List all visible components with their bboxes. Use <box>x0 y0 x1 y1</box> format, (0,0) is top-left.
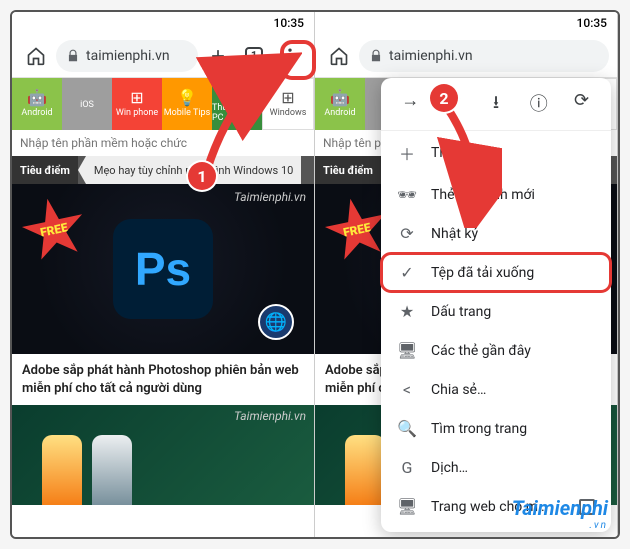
browser-toolbar: taimienphi.vn <box>315 34 617 78</box>
tab-count: 1 <box>245 47 263 65</box>
callout-1: 1 <box>188 162 216 190</box>
photoshop-logo: Ps <box>113 219 213 319</box>
info-icon[interactable]: ⓘ <box>525 90 553 120</box>
more-menu-icon[interactable] <box>274 40 306 72</box>
brand-watermark: Taimienphi.vn <box>512 496 608 531</box>
menu-item-icon: 🕶 <box>397 185 417 204</box>
nav-label: Android <box>324 108 355 118</box>
reload-icon[interactable]: ⟳ <box>568 90 596 120</box>
crumb-hot[interactable]: Tiêu điểm <box>12 156 78 184</box>
callout-2: 2 <box>430 84 458 112</box>
search-input[interactable] <box>20 136 306 150</box>
forward-icon[interactable]: → <box>396 90 424 120</box>
menu-item-label: Thẻ mới <box>431 145 482 161</box>
status-bar: 10:35 <box>315 12 617 34</box>
watermark: Taimienphi.vn <box>234 190 306 204</box>
nav-label: iOS <box>80 100 94 110</box>
menu-item-da-u-trang[interactable]: ★ Dấu trang <box>381 292 611 331</box>
menu-item-label: Chia sẻ… <box>431 382 486 398</box>
nav-icon: ⊞ <box>130 90 143 106</box>
clock: 10:35 <box>274 16 304 30</box>
player-graphic <box>345 435 385 505</box>
menu-item-icon: ⟳ <box>397 224 417 243</box>
globe-icon: 🌐 <box>258 304 294 340</box>
nav-tab-win-phone[interactable]: ⊞ Win phone <box>112 78 162 130</box>
menu-item-ti-m-trong-trang[interactable]: 🔍 Tìm trong trang <box>381 409 611 448</box>
nav-label: Win phone <box>116 108 158 118</box>
menu-item-label: Nhật ký <box>431 226 478 242</box>
clock: 10:35 <box>577 16 607 30</box>
nav-icon: ⊞ <box>281 90 294 106</box>
site-nav: 🤖 Android iOS ⊞ Win phone 💡 Mobile Tips 🖥 Thủ th… <box>12 78 314 130</box>
phone-right: 10:35 taimienphi.vn 🤖AndroidiOS⊞Win phon… <box>315 12 618 537</box>
nav-label: Android <box>21 108 52 118</box>
article2-hero[interactable]: Taimienphi.vn <box>12 405 314 505</box>
phone-left: 10:35 taimienphi.vn 1 🤖 Android iOS ⊞ Win ph… <box>12 12 315 537</box>
nav-label: Thủ thuật PC <box>212 103 262 123</box>
home-icon[interactable] <box>323 40 355 72</box>
menu-item-icon: ★ <box>397 302 417 321</box>
download-icon[interactable]: ⭳ <box>482 90 510 120</box>
menu-item-label: Các thẻ gần đây <box>431 343 531 359</box>
menu-item-the-mo-i[interactable]: ＋ Thẻ mới <box>381 131 611 175</box>
lock-icon <box>66 49 80 63</box>
home-icon[interactable] <box>20 40 52 72</box>
url-text: taimienphi.vn <box>86 48 170 64</box>
address-bar[interactable]: taimienphi.vn <box>56 40 198 72</box>
nav-icon: 🤖 <box>330 90 350 106</box>
status-bar: 10:35 <box>12 12 314 34</box>
nav-tab-ios[interactable]: iOS <box>62 78 112 130</box>
overflow-menu: → ☆ ⭳ ⓘ ⟳ ＋ Thẻ mới 🕶 Thẻ ẩn danh mới ⟳ Nhật … <box>381 78 611 532</box>
free-badge: FREE <box>16 192 92 268</box>
address-bar[interactable]: taimienphi.vn <box>359 40 609 72</box>
player-graphic <box>92 435 132 505</box>
lock-icon <box>369 49 383 63</box>
menu-item-te-p-a-ta-i-xuo-ng[interactable]: ✓ Tệp đã tải xuống <box>381 253 611 292</box>
menu-item-label: Tệp đã tải xuống <box>431 265 534 281</box>
menu-item-icon: ✓ <box>397 263 417 282</box>
tabs-icon[interactable]: 1 <box>238 40 270 72</box>
nav-icon: 💡 <box>177 90 197 106</box>
menu-item-icon: < <box>397 380 417 399</box>
player-graphic <box>42 435 82 505</box>
url-text: taimienphi.vn <box>389 48 473 64</box>
menu-item-icon: ＋ <box>397 141 417 165</box>
nav-label: Windows <box>270 108 307 118</box>
menu-item-icon: G <box>397 458 417 477</box>
menu-item-the-a-n-danh-mo-i[interactable]: 🕶 Thẻ ẩn danh mới <box>381 175 611 214</box>
nav-tab-android[interactable]: 🤖 Android <box>12 78 62 130</box>
new-tab-icon[interactable] <box>202 40 234 72</box>
browser-toolbar: taimienphi.vn 1 <box>12 34 314 78</box>
menu-item-di-ch[interactable]: G Dịch… <box>381 448 611 487</box>
article-headline[interactable]: Adobe sắp phát hành Photoshop phiên bản … <box>12 354 314 405</box>
breadcrumb: Tiêu điểm Mẹo hay tùy chỉnh màn hình Win… <box>12 156 314 184</box>
article-hero[interactable]: Taimienphi.vn FREE Ps 🌐 <box>12 184 314 354</box>
watermark: Taimienphi.vn <box>234 409 306 423</box>
nav-icon: 🖥 <box>227 85 247 101</box>
menu-item-label: Thẻ ẩn danh mới <box>431 187 535 203</box>
nav-tab-windows[interactable]: ⊞ Windows <box>262 78 314 130</box>
menu-item-nha-t-ky[interactable]: ⟳ Nhật ký <box>381 214 611 253</box>
menu-item-chia-se[interactable]: < Chia sẻ… <box>381 370 611 409</box>
crumb-hot[interactable]: Tiêu điểm <box>315 156 381 184</box>
site-search <box>12 130 314 156</box>
tutorial-frame: 10:35 taimienphi.vn 1 🤖 Android iOS ⊞ Win ph… <box>10 10 620 539</box>
menu-item-icon: 🖥 <box>397 341 417 360</box>
menu-quick-actions: → ☆ ⭳ ⓘ ⟳ <box>381 84 611 131</box>
menu-item-icon: 🔍 <box>397 419 417 438</box>
nav-tab-thủ-thuật-pc[interactable]: 🖥 Thủ thuật PC <box>212 78 262 130</box>
nav-icon: 🤖 <box>27 90 47 106</box>
menu-item-label: Dấu trang <box>431 304 491 320</box>
nav-tab-mobile-tips[interactable]: 💡 Mobile Tips <box>162 78 212 130</box>
menu-item-icon: 🖥 <box>397 497 417 516</box>
menu-item-label: Tìm trong trang <box>431 421 527 437</box>
menu-item-label: Dịch… <box>431 460 468 476</box>
nav-label: Mobile Tips <box>164 108 211 118</box>
nav-tab-android[interactable]: 🤖 Android <box>315 78 365 130</box>
menu-item-ca-c-the-ga-n-a-y[interactable]: 🖥 Các thẻ gần đây <box>381 331 611 370</box>
